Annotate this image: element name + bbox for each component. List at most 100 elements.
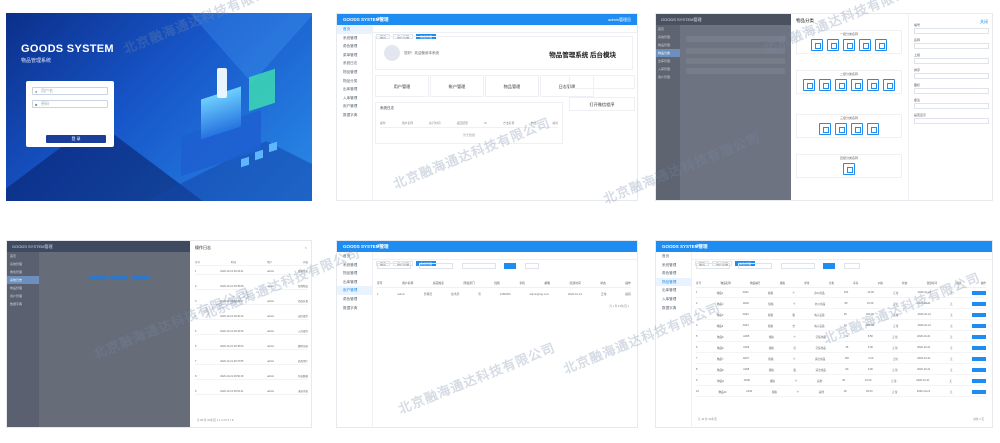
filter-input[interactable] [696,263,730,269]
edit-button[interactable] [972,367,986,372]
search-button[interactable] [823,263,836,269]
edit-button[interactable] [971,378,986,383]
sidebar-item[interactable]: 首页 [656,252,691,261]
password-field[interactable]: ■ 密码 [32,100,108,108]
close-link[interactable]: 关闭 [980,19,988,25]
table-row[interactable]: 6 2020-10-21 09:45:03 admin 删除记录 [195,343,308,350]
pagination[interactable]: 共 10 条 10条/页 [698,417,717,421]
form-input[interactable] [914,28,989,34]
sidebar-item[interactable]: 数据字典 [656,304,691,313]
sidebar-item[interactable]: 首页 [337,252,372,261]
form-input[interactable] [914,43,989,49]
sidebar-item[interactable]: 角色管理 [337,42,372,51]
sidebar-item[interactable]: 入库管理 [337,94,372,103]
category-icon[interactable] [843,163,855,175]
table-row[interactable]: 1 admin 管理员 技术部 男 1380000 admin@qq.com 2… [377,292,631,296]
menu-toggle-icon[interactable]: ≡ [377,243,380,249]
sidebar-item[interactable]: 数据字典 [337,111,372,120]
sidebar-item[interactable]: 出库管理 [337,278,372,287]
category-icon[interactable] [819,123,831,135]
edit-button[interactable] [971,389,986,394]
menu-toggle-icon[interactable]: ≡ [696,243,699,249]
filter-input[interactable] [461,263,496,269]
pagination[interactable]: 共 1 条 10条/页 1 [609,304,629,308]
reset-button[interactable] [524,263,539,269]
form-input[interactable] [914,73,989,79]
sidebar-item[interactable]: 角色管理 [656,269,691,278]
category-icon[interactable] [867,79,879,91]
filter-input[interactable] [419,263,454,269]
category-icon[interactable] [819,79,831,91]
category-icon[interactable] [851,123,863,135]
table-row[interactable]: 7 2020-10-21 09:47:55 admin 修改用户 [195,358,308,365]
filter-input[interactable] [780,263,815,269]
sidebar-item[interactable]: 入库管理 [656,295,691,304]
sidebar-item[interactable]: 数据字典 [337,304,372,313]
username-field[interactable]: ● 用户名 [32,87,108,95]
sidebar-item[interactable]: 出库管理 [656,286,691,295]
sidebar-item[interactable]: 用户管理 [337,286,372,295]
edit-link[interactable]: 编辑 [625,292,631,296]
sidebar-item[interactable]: 系统管理 [337,261,372,270]
form-input[interactable] [914,88,989,94]
sidebar-item[interactable]: 物品分类 [337,77,372,86]
quick-link[interactable]: 物品管理 [485,75,539,97]
table-row[interactable]: 3 2020-10-21 09:36:47 admin 修改分类 [195,298,308,305]
open-mini-program-button[interactable]: 打开微信程序 [569,97,635,111]
category-icon[interactable] [811,39,823,51]
category-icon[interactable] [827,39,839,51]
form-input[interactable] [914,103,989,109]
table-row[interactable]: 9 物品9 A009 规格 个 其他 30 22.00 正常 2020-10-21 无 [696,377,986,386]
form-input[interactable] [914,118,989,124]
category-icon[interactable] [867,123,879,135]
sidebar-item[interactable]: 系统管理 [656,261,691,270]
edit-button[interactable] [971,356,986,361]
category-icon[interactable] [883,79,895,91]
edit-button[interactable] [971,301,986,306]
filter-input[interactable] [377,263,411,269]
category-icon[interactable] [835,79,847,91]
category-icon[interactable] [851,79,863,91]
category-icon[interactable] [835,123,847,135]
sidebar-item[interactable]: 出库管理 [337,85,372,94]
login-button[interactable]: 登 录 [46,135,106,143]
sidebar-item[interactable]: 菜单管理 [337,51,372,60]
table-row[interactable]: 6 物品6 A006 规格 包 劳保用品 45 6.00 正常 2020-10-21 无 [696,344,986,353]
table-row[interactable]: 5 物品5 A005 规格 个 劳保用品 60 8.50 正常 2020-10-21 无 [696,333,986,342]
search-button[interactable] [504,263,517,269]
edit-button[interactable] [971,323,986,328]
sidebar-item[interactable]: 物品管理 [337,269,372,278]
quick-link[interactable]: 帐户管理 [430,75,484,97]
table-row[interactable]: 1 2020-10-21 09:34:21 admin 登录系统 [195,268,308,275]
category-icon[interactable] [843,39,855,51]
user-menu[interactable]: admin管理员 [608,17,631,23]
category-icon[interactable] [803,79,815,91]
export-button[interactable] [843,263,860,269]
table-row[interactable]: 2 2020-10-21 09:35:08 admin 新增物品 [195,283,308,290]
form-input[interactable] [914,58,989,64]
sidebar-item[interactable]: 角色管理 [337,295,372,304]
category-icon[interactable] [875,39,887,51]
table-row[interactable]: 5 2020-10-21 09:42:30 admin 入库操作 [195,328,308,335]
sidebar-item[interactable]: 系统管理 [337,34,372,43]
page-jump[interactable]: 前往 1 页 [973,417,984,421]
menu-toggle-icon[interactable]: ≡ [377,16,380,22]
edit-button[interactable] [972,345,986,350]
quick-link[interactable]: 用户管理 [375,75,429,97]
table-row[interactable]: 4 物品4 A004 规格 台 电子设备 12 980.00 正常 2020-10-21 无 [696,322,986,331]
close-icon[interactable]: × [305,245,307,250]
sidebar-item[interactable]: 首页 [337,25,372,34]
sidebar-item[interactable]: 物品管理 [656,277,691,287]
edit-button[interactable] [971,290,986,295]
sidebar-item[interactable]: 系统日志 [337,59,372,68]
table-row[interactable]: 9 2020-10-21 09:52:41 admin 退出系统 [195,388,308,395]
table-row[interactable]: 8 2020-10-21 09:50:18 admin 导出数据 [195,373,308,380]
table-row[interactable]: 1 物品1 A001 规格 个 办公用品 100 12.00 正常 2020-10-21 无 [696,289,986,298]
table-row[interactable]: 7 物品7 A007 规格 个 清洁用品 150 3.20 正常 2020-10-21 无 [696,355,986,364]
edit-button[interactable] [971,312,986,317]
table-row[interactable]: 10 物品10 A010 规格 个 其他 18 45.00 正常 2020-10-21 无 [696,388,986,397]
table-row[interactable]: 2 物品2 A002 规格 个 办公用品 80 15.00 正常 2020-10-21 无 [696,300,986,309]
table-row[interactable]: 8 物品8 A008 规格 瓶 清洁用品 90 9.90 正常 2020-10-21 无 [696,366,986,375]
sidebar-item[interactable]: 物品管理 [337,68,372,77]
table-row[interactable]: 4 2020-10-21 09:40:12 admin 出库操作 [195,313,308,320]
